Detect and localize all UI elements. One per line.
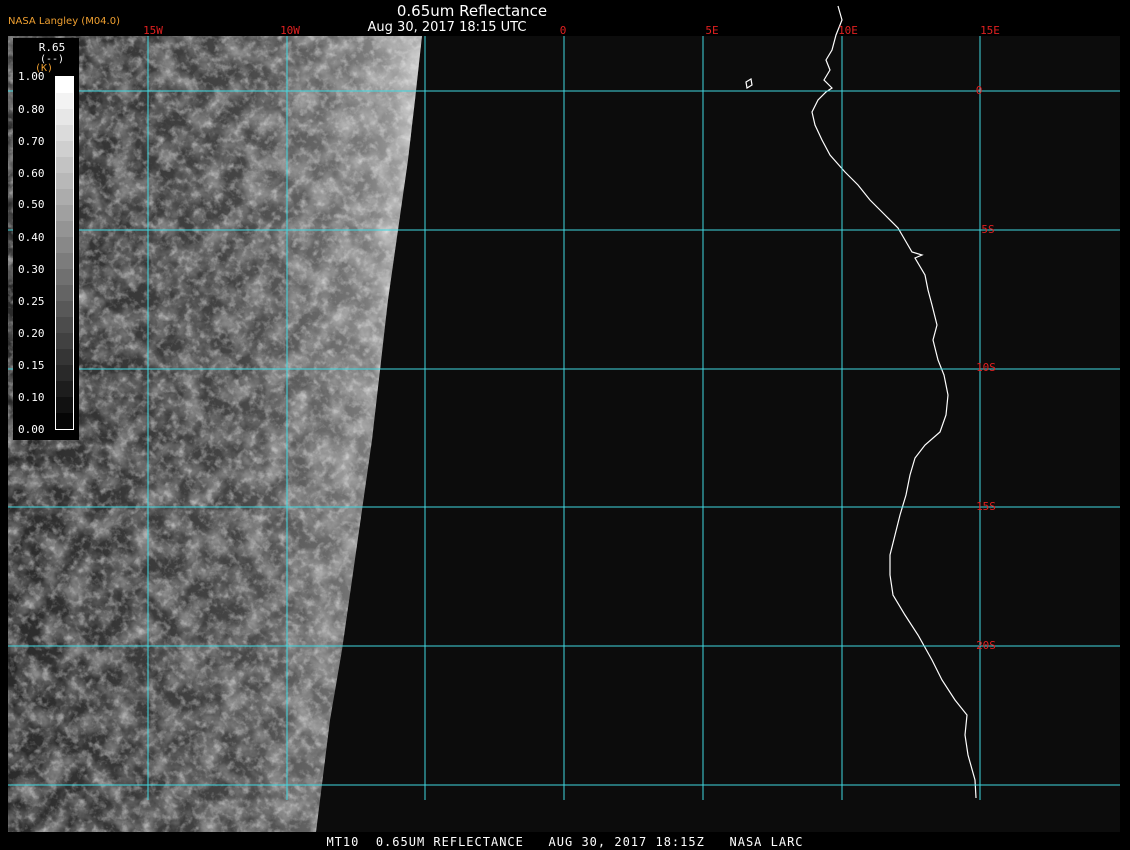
legend-tick-label: 0.00 (18, 423, 45, 436)
legend-tick-label: 0.20 (18, 327, 45, 340)
legend-tick-label: 0.60 (18, 167, 45, 180)
image-timestamp: Aug 30, 2017 18:15 UTC (367, 20, 527, 35)
latitude-label-20S: 20S (976, 639, 996, 652)
legend-tick-label: 1.00 (18, 70, 45, 83)
legend-tick-label: 0.40 (18, 231, 45, 244)
legend-tick-label: 0.50 (18, 198, 45, 211)
legend-tick-label: 0.10 (18, 391, 45, 404)
legend-tick-label: 0.30 (18, 263, 45, 276)
latitude-label-5S: 5S (981, 223, 994, 236)
latitude-label-0: 0 (976, 84, 983, 97)
legend-gradient-bar (55, 76, 74, 430)
legend-tick-label: 0.70 (18, 135, 45, 148)
longitude-label-15E: 15E (980, 24, 1000, 37)
legend-tick-label: 0.25 (18, 295, 45, 308)
latitude-label-15S: 15S (976, 500, 996, 513)
color-legend: R.65 (--) (K) 1.00 0.80 0.70 0.60 0.50 0.40 0.… (13, 38, 79, 440)
legend-tick-label: 0.15 (18, 359, 45, 372)
legend-title: R.65 (38, 41, 66, 54)
image-footer: MT10 0.65UM REFLECTANCE AUG 30, 2017 18:… (326, 835, 804, 849)
latitude-label-10S: 10S (976, 361, 996, 374)
image-title: 0.65um Reflectance (396, 2, 548, 20)
legend-tick-label: 0.80 (18, 103, 45, 116)
satellite-image-viewer: 15W 10W 0 5E 10E 15E 0 5S 10S 15S 20S 0.65um Refle… (0, 0, 1130, 850)
map-canvas: 15W 10W 0 5E 10E 15E05S10S15S20S (8, 5, 1120, 832)
credit-label: NASA Langley (M04.0) (8, 16, 120, 27)
